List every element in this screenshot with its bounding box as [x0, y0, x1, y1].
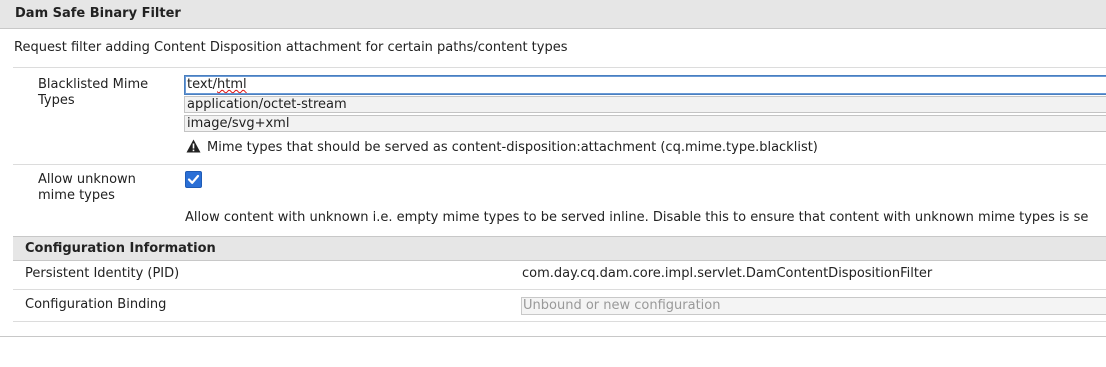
divider	[13, 67, 1106, 68]
mime-types-hint: Mime types that should be served as cont…	[186, 139, 818, 157]
configuration-binding-field[interactable]: Unbound or new configuration	[521, 297, 1106, 315]
divider	[13, 164, 1106, 165]
checkmark-icon	[187, 174, 200, 184]
allow-unknown-label: Allow unknown mime types	[38, 172, 136, 203]
mime-types-hint-text: Mime types that should be served as cont…	[207, 140, 818, 155]
divider	[13, 289, 1106, 290]
binding-label: Configuration Binding	[25, 297, 167, 312]
mime-type-input-1[interactable]: text/html	[184, 75, 1106, 95]
allow-unknown-checkbox[interactable]	[185, 171, 202, 188]
panel-header: Dam Safe Binary Filter	[0, 0, 1106, 29]
configuration-information-header: Configuration Information	[13, 236, 1106, 261]
pid-label: Persistent Identity (PID)	[25, 266, 180, 281]
panel-description: Request filter adding Content Dispositio…	[14, 40, 568, 55]
mime-type-input-3[interactable]: image/svg+xml	[184, 115, 1106, 132]
pid-value: com.day.cq.dam.core.impl.servlet.DamCont…	[522, 266, 933, 281]
divider	[13, 321, 1106, 322]
panel-bottom-border	[0, 336, 1106, 337]
configuration-information-title: Configuration Information	[25, 241, 216, 256]
panel-title: Dam Safe Binary Filter	[15, 6, 181, 21]
blacklisted-mime-types-label: Blacklisted Mime Types	[38, 77, 149, 108]
mime-type-input-2[interactable]: application/octet-stream	[184, 96, 1106, 113]
warning-icon	[186, 139, 201, 157]
allow-unknown-description: Allow content with unknown i.e. empty mi…	[185, 210, 1089, 225]
